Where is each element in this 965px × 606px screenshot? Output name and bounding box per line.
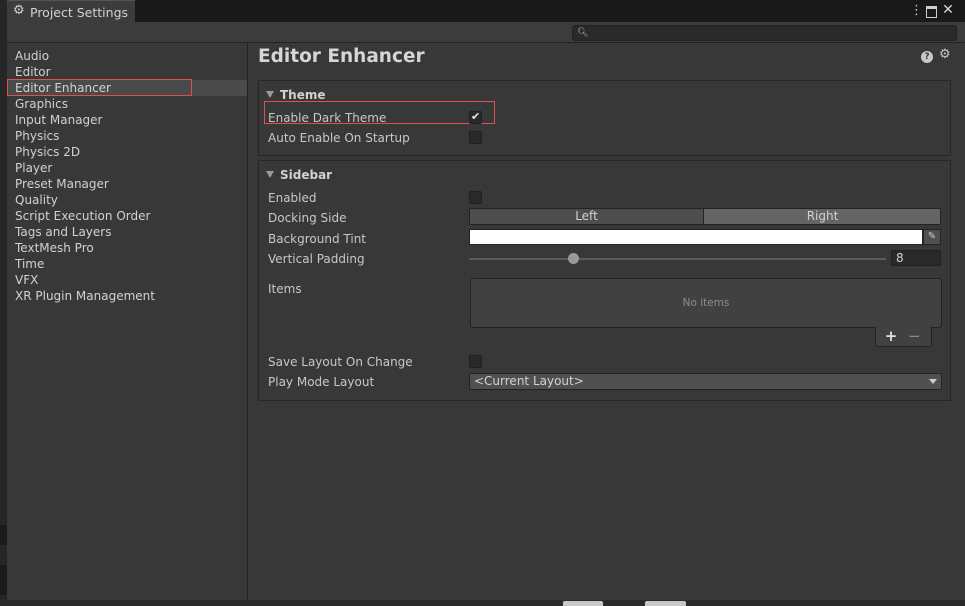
background-tab: [645, 601, 686, 606]
vertical-padding-slider-handle[interactable]: [567, 253, 579, 264]
play-mode-layout-label: Play Mode Layout: [268, 375, 375, 389]
gear-icon: ⚙: [13, 3, 25, 18]
settings-icon[interactable]: ⚙: [939, 48, 953, 62]
sidebar-item-vfx[interactable]: VFX: [7, 272, 247, 288]
background-strip: [0, 600, 965, 606]
sidebar-item-graphics[interactable]: Graphics: [7, 96, 247, 112]
background-tint-color-field[interactable]: [469, 229, 923, 245]
more-options-icon[interactable]: ⋮: [910, 3, 923, 19]
page-title: Editor Enhancer: [258, 46, 425, 67]
enable-dark-theme-label: Enable Dark Theme: [268, 111, 387, 125]
sidebar-item-script-execution-order[interactable]: Script Execution Order: [7, 208, 247, 224]
sidebar-item-editor[interactable]: Editor: [7, 64, 247, 80]
sidebar-item-xr-plugin-management[interactable]: XR Plugin Management: [7, 288, 247, 304]
help-icon[interactable]: ?: [921, 51, 933, 63]
docking-right-button[interactable]: Right: [704, 209, 940, 224]
background-tab: [563, 601, 603, 606]
enabled-checkbox[interactable]: [469, 191, 482, 204]
background-strip: [0, 0, 7, 606]
checkmark-icon: ✔: [471, 110, 481, 123]
settings-sidebar: Audio Editor Editor Enhancer Graphics Input …: [7, 43, 248, 600]
auto-enable-checkbox[interactable]: [469, 131, 482, 144]
sidebar-item-quality[interactable]: Quality: [7, 192, 247, 208]
enabled-label: Enabled: [268, 191, 317, 205]
docking-side-label: Docking Side: [268, 211, 347, 225]
maximize-icon[interactable]: [925, 3, 938, 19]
title-bar: ⚙ Project Settings ⋮ ✕: [7, 0, 965, 22]
sidebar-item-tags-and-layers[interactable]: Tags and Layers: [7, 224, 247, 240]
theme-section-header[interactable]: Theme: [266, 88, 326, 102]
sidebar-item-audio[interactable]: Audio: [7, 48, 247, 64]
sidebar-section-title: Sidebar: [280, 168, 333, 182]
docking-left-button[interactable]: Left: [470, 209, 704, 224]
chevron-down-icon: [929, 379, 937, 384]
sidebar-item-physics[interactable]: Physics: [7, 128, 247, 144]
play-mode-layout-dropdown[interactable]: <Current Layout>: [469, 373, 942, 390]
enable-dark-theme-checkbox[interactable]: ✔: [469, 110, 482, 124]
sidebar-section: Sidebar Enabled Docking Side Left Right …: [258, 160, 951, 401]
background-strip: [0, 525, 7, 545]
sidebar-item-physics-2d[interactable]: Physics 2D: [7, 144, 247, 160]
eyedropper-icon[interactable]: ✎: [923, 229, 941, 245]
background-strip: [0, 565, 7, 595]
search-input[interactable]: 🔍︎: [572, 25, 957, 41]
sidebar-item-preset-manager[interactable]: Preset Manager: [7, 176, 247, 192]
selection-highlight: [7, 79, 192, 96]
sidebar-item-textmesh-pro[interactable]: TextMesh Pro: [7, 240, 247, 256]
sidebar-item-time[interactable]: Time: [7, 256, 247, 272]
foldout-arrow-icon: [266, 171, 274, 178]
theme-section: Theme Enable Dark Theme ✔ Auto Enable On…: [258, 80, 951, 156]
vertical-padding-field[interactable]: 8: [891, 250, 941, 266]
docking-side-toggle: Left Right: [469, 208, 941, 225]
items-list: No items: [470, 278, 942, 328]
sidebar-item-input-manager[interactable]: Input Manager: [7, 112, 247, 128]
toolbar: 🔍︎: [7, 22, 965, 43]
background-tint-label: Background Tint: [268, 232, 367, 246]
items-label: Items: [268, 282, 302, 296]
items-list-footer: + −: [875, 327, 932, 347]
play-mode-layout-value: <Current Layout>: [474, 374, 584, 388]
window-tab[interactable]: ⚙ Project Settings: [7, 0, 135, 22]
save-layout-label: Save Layout On Change: [268, 355, 413, 369]
search-icon: 🔍︎: [577, 28, 589, 38]
settings-panel: Editor Enhancer ? ⚙ Theme Enable Dark Th…: [248, 43, 965, 600]
remove-item-button[interactable]: −: [908, 328, 921, 344]
close-icon[interactable]: ✕: [941, 2, 955, 18]
sidebar-section-header[interactable]: Sidebar: [266, 168, 332, 182]
vertical-padding-label: Vertical Padding: [268, 252, 365, 266]
save-layout-checkbox[interactable]: [469, 355, 482, 368]
sidebar-item-player[interactable]: Player: [7, 160, 247, 176]
window-title: Project Settings: [30, 5, 129, 20]
auto-enable-label: Auto Enable On Startup: [268, 131, 410, 145]
empty-list-text: No items: [682, 297, 730, 309]
foldout-arrow-icon: [266, 91, 274, 98]
add-item-button[interactable]: +: [884, 328, 898, 344]
vertical-padding-slider-track[interactable]: [469, 258, 886, 260]
project-settings-window: ⚙ Project Settings ⋮ ✕ 🔍︎ Audio Editor Edi…: [7, 0, 965, 600]
theme-section-title: Theme: [280, 88, 326, 102]
